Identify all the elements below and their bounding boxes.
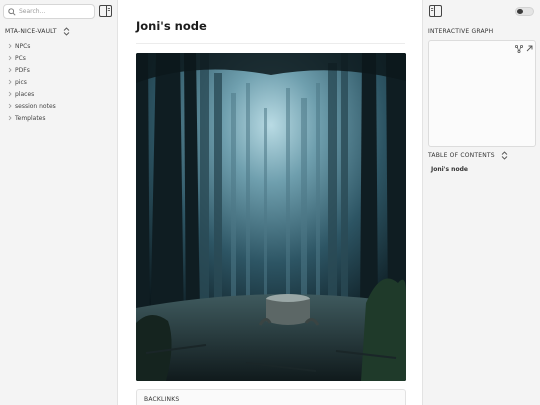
folder-label: Templates xyxy=(15,114,46,122)
folder-label: PDFs xyxy=(15,66,30,74)
theme-toggle[interactable] xyxy=(515,7,534,16)
chevron-right-icon xyxy=(8,55,12,61)
interactive-graph-pane[interactable] xyxy=(428,40,536,147)
folder-item[interactable]: session notes xyxy=(8,100,56,112)
folder-item[interactable]: Templates xyxy=(8,112,56,124)
backlinks-panel[interactable]: BACKLINKS xyxy=(136,389,406,405)
title-divider xyxy=(136,43,405,44)
folder-label: pics xyxy=(15,78,27,86)
file-tree: NPCs PCs PDFs pics places session notes … xyxy=(8,40,56,124)
folder-label: NPCs xyxy=(15,42,31,50)
folder-label: PCs xyxy=(15,54,26,62)
chevron-right-icon xyxy=(8,91,12,97)
toggle-knob xyxy=(517,9,523,14)
right-sidebar-toggle-icon[interactable] xyxy=(429,5,442,17)
note-view: Joni's node BACKLINKS xyxy=(118,0,422,405)
chevron-right-icon xyxy=(8,115,12,121)
graph-title: INTERACTIVE GRAPH xyxy=(428,28,494,35)
vault-switcher[interactable]: MTA-NICE-VAULT xyxy=(5,27,70,36)
expand-arrow-icon[interactable] xyxy=(526,45,533,52)
chevron-right-icon xyxy=(8,103,12,109)
search-input[interactable] xyxy=(19,8,89,15)
backlinks-label: BACKLINKS xyxy=(144,396,180,403)
toc-item[interactable]: Joni's node xyxy=(431,166,468,173)
folder-label: session notes xyxy=(15,102,56,110)
toc-header[interactable]: TABLE OF CONTENTS xyxy=(428,151,508,160)
folder-item[interactable]: PCs xyxy=(8,52,56,64)
sidebar-toggle-icon[interactable] xyxy=(99,5,112,17)
graph-settings-icon[interactable] xyxy=(515,45,523,53)
note-title[interactable]: Joni's node xyxy=(136,19,207,33)
folder-item[interactable]: places xyxy=(8,88,56,100)
chevron-updown-icon xyxy=(63,27,70,36)
forest-image xyxy=(136,53,406,381)
toc-title: TABLE OF CONTENTS xyxy=(428,152,495,159)
chevron-updown-icon xyxy=(501,151,508,160)
folder-item[interactable]: NPCs xyxy=(8,40,56,52)
right-sidebar: INTERACTIVE GRAPH TABLE OF CONTENTS Joni… xyxy=(422,0,540,405)
left-sidebar: MTA-NICE-VAULT NPCs PCs PDFs pics places xyxy=(0,0,118,405)
vault-name: MTA-NICE-VAULT xyxy=(5,28,57,35)
folder-item[interactable]: pics xyxy=(8,76,56,88)
search-icon xyxy=(8,7,16,16)
search-box[interactable] xyxy=(3,4,95,19)
folder-item[interactable]: PDFs xyxy=(8,64,56,76)
chevron-right-icon xyxy=(8,67,12,73)
folder-label: places xyxy=(15,90,35,98)
chevron-right-icon xyxy=(8,43,12,49)
chevron-right-icon xyxy=(8,79,12,85)
